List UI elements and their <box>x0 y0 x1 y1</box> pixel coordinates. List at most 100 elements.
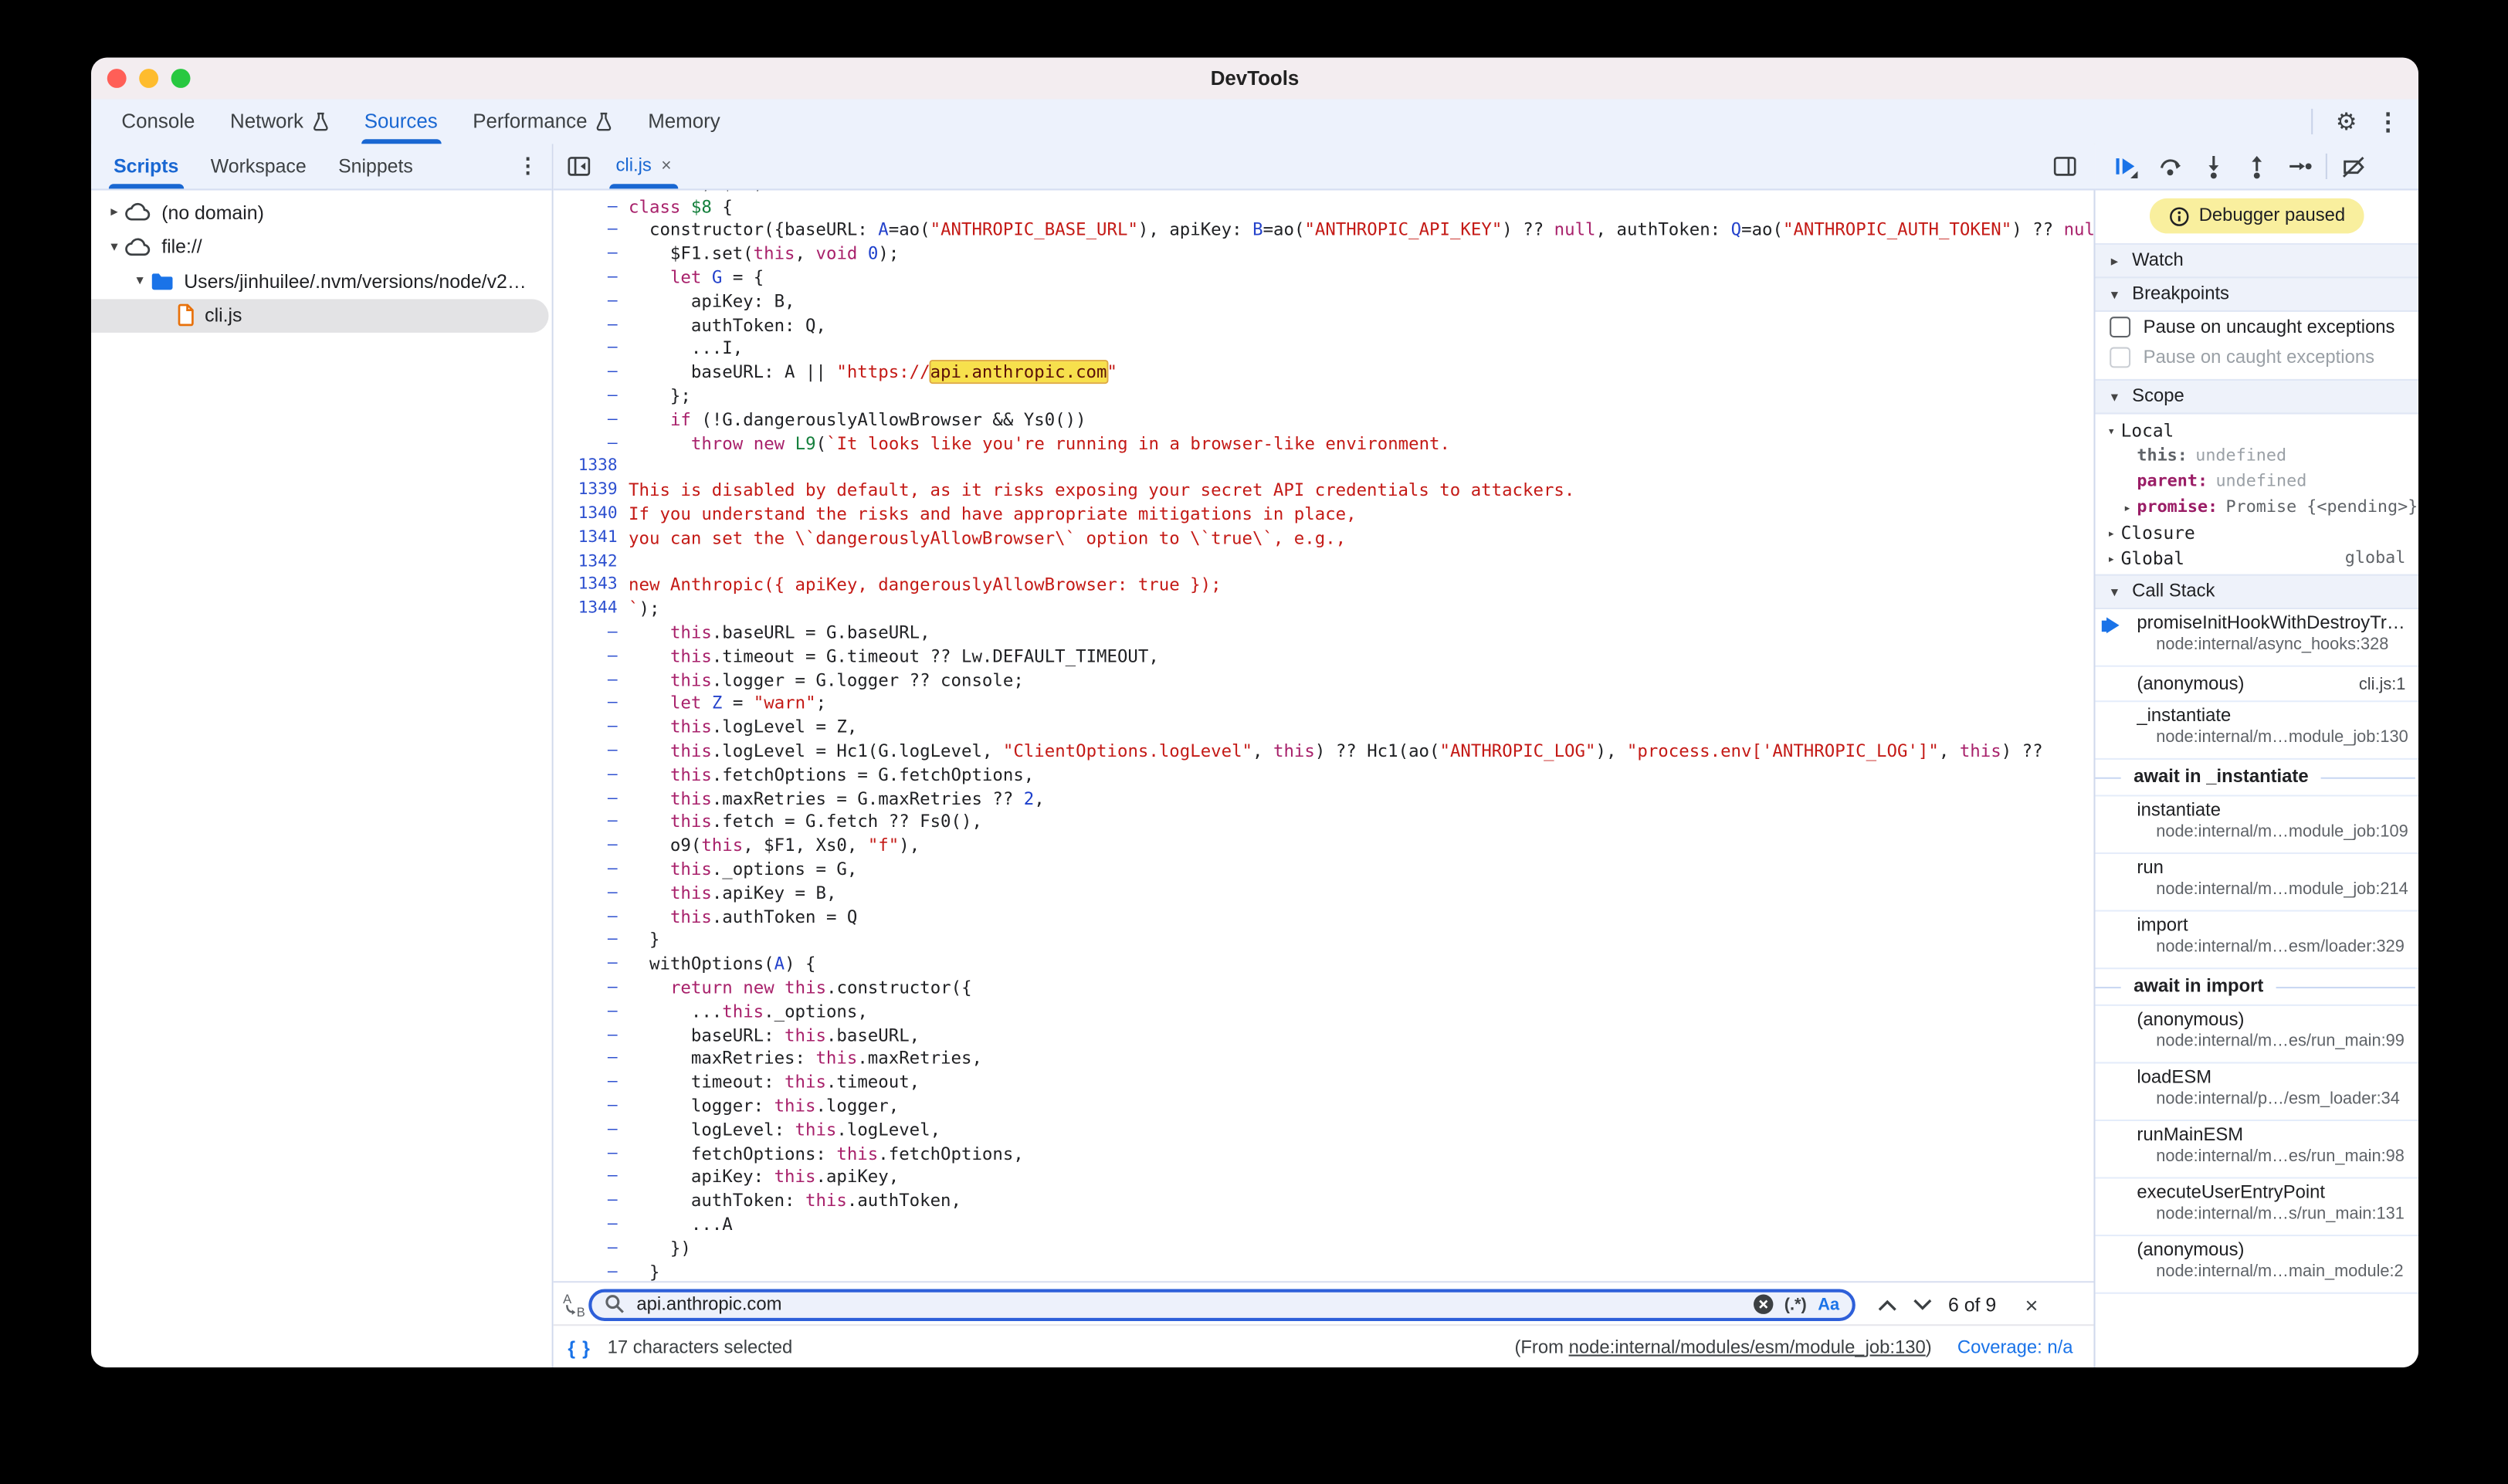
code-text[interactable]: ...A <box>629 1214 733 1235</box>
code-text[interactable]: If you understand the risks and have app… <box>629 504 1357 525</box>
code-text[interactable]: class $8 { <box>629 196 733 217</box>
line-number[interactable]: – <box>554 387 629 405</box>
line-number[interactable]: – <box>554 1192 629 1210</box>
line-number[interactable]: – <box>554 1050 629 1068</box>
step-into-icon[interactable] <box>2191 149 2235 185</box>
call-stack-frame[interactable]: executeUserEntryPointnode:internal/m…s/r… <box>2096 1179 2418 1237</box>
line-number[interactable]: – <box>554 1168 629 1186</box>
tab-sources[interactable]: Sources <box>347 99 456 144</box>
code-area[interactable]: –var Xs0, $F1;–class $8 {– constructor({… <box>554 144 2096 1281</box>
code-text[interactable]: this.timeout = G.timeout ?? Lw.DEFAULT_T… <box>629 645 1159 666</box>
line-number[interactable]: – <box>554 198 629 215</box>
code-text[interactable]: if (!G.dangerouslyAllowBrowser && Ys0()) <box>629 409 1086 430</box>
code-text[interactable]: logger: this.logger, <box>629 1096 899 1116</box>
line-number[interactable]: – <box>554 837 629 855</box>
code-text[interactable]: this.logLevel = Hc1(G.logLevel, "ClientO… <box>629 740 2043 761</box>
tree-item--no-domain-[interactable]: ▸(no domain) <box>91 195 552 230</box>
step-over-icon[interactable] <box>2148 149 2191 185</box>
line-number[interactable]: – <box>554 1073 629 1091</box>
call-stack-frame[interactable]: loadESMnode:internal/p…/esm_loader:34 <box>2096 1063 2418 1121</box>
tab-performance[interactable]: Performance <box>455 99 630 144</box>
line-number[interactable]: – <box>554 955 629 973</box>
coverage-link[interactable]: Coverage: n/a <box>1957 1338 2073 1357</box>
code-text[interactable]: let Z = "warn"; <box>629 693 826 714</box>
code-text[interactable]: baseURL: A || "https://api.anthropic.com… <box>629 362 1117 383</box>
line-number[interactable]: – <box>554 671 629 689</box>
code-text[interactable]: new Anthropic({ apiKey, dangerouslyAllow… <box>629 575 1222 596</box>
scope-caret-icon[interactable]: ▸ <box>2102 525 2121 540</box>
call-stack-frame[interactable]: importnode:internal/m…esm/loader:329 <box>2096 912 2418 970</box>
code-text[interactable]: fetchOptions: this.fetchOptions, <box>629 1143 1024 1164</box>
line-number[interactable]: – <box>554 1002 629 1020</box>
code-text[interactable]: maxRetries: this.maxRetries, <box>629 1049 982 1069</box>
call-stack-frame[interactable]: _instantiatenode:internal/m…module_job:1… <box>2096 702 2418 760</box>
line-number[interactable]: – <box>554 742 629 760</box>
line-number[interactable]: – <box>554 411 629 429</box>
line-number[interactable]: – <box>554 222 629 239</box>
resume-script-icon[interactable] <box>2105 149 2148 185</box>
previous-match-icon[interactable] <box>1878 1298 1897 1311</box>
line-number[interactable]: – <box>554 766 629 784</box>
line-number[interactable]: – <box>554 931 629 949</box>
line-number[interactable]: – <box>554 293 629 310</box>
tab-network[interactable]: Network <box>212 99 347 144</box>
scope-group-global[interactable]: ▸Globalglobal <box>2096 545 2418 571</box>
code-text[interactable]: logLevel: this.logLevel, <box>629 1119 940 1140</box>
tab-console[interactable]: Console <box>104 99 213 144</box>
line-number[interactable]: 1343 <box>554 577 629 595</box>
line-number[interactable]: – <box>554 316 629 334</box>
scope-group-local[interactable]: ▾Local <box>2096 418 2418 443</box>
scope-property-this[interactable]: this:undefined <box>2096 443 2418 469</box>
next-match-icon[interactable] <box>1913 1298 1932 1311</box>
code-text[interactable]: return new this.constructor({ <box>629 977 972 998</box>
line-number[interactable]: – <box>554 1262 629 1280</box>
code-text[interactable]: ...I, <box>629 338 743 359</box>
line-number[interactable]: 1338 <box>554 458 629 476</box>
line-number[interactable]: – <box>554 695 629 713</box>
code-text[interactable]: this.apiKey = B, <box>629 883 836 903</box>
line-number[interactable]: – <box>554 789 629 807</box>
line-number[interactable]: – <box>554 1239 629 1257</box>
line-number[interactable]: – <box>554 435 629 452</box>
code-text[interactable]: let G = { <box>629 267 764 288</box>
scope-caret-icon[interactable]: ▸ <box>2118 500 2137 514</box>
line-number[interactable]: – <box>554 1097 629 1115</box>
code-text[interactable]: this.logger = G.logger ?? console; <box>629 669 1024 690</box>
code-text[interactable]: this.logLevel = Z, <box>629 717 857 737</box>
code-text[interactable]: ...this._options, <box>629 1001 868 1022</box>
step-out-icon[interactable] <box>2235 149 2278 185</box>
scope-group-closure[interactable]: ▸Closure <box>2096 520 2418 545</box>
line-number[interactable]: – <box>554 364 629 381</box>
code-text[interactable]: timeout: this.timeout, <box>629 1072 920 1093</box>
deactivate-breakpoints-icon[interactable] <box>2332 149 2375 185</box>
code-text[interactable]: constructor({baseURL: A=ao("ANTHROPIC_BA… <box>629 220 2095 241</box>
tree-item-users-jinhuilee-nvm-versions-node-v2-[interactable]: ▾Users/jinhuilee/.nvm/versions/node/v2… <box>91 264 552 299</box>
line-number[interactable]: 1340 <box>554 506 629 523</box>
checkbox[interactable] <box>2110 317 2130 337</box>
match-case-toggle[interactable]: Aa <box>1818 1295 1839 1314</box>
step-icon[interactable] <box>2278 149 2321 185</box>
line-number[interactable]: – <box>554 340 629 357</box>
breakpoints-section-header[interactable]: ▾Breakpoints <box>2096 278 2418 311</box>
call-stack-section-header[interactable]: ▾Call Stack <box>2096 574 2418 610</box>
line-number[interactable]: – <box>554 1121 629 1139</box>
code-text[interactable]: withOptions(A) { <box>629 954 815 974</box>
toggle-debugger-sidebar-icon[interactable] <box>2054 155 2076 178</box>
call-stack-frame[interactable]: promiseInitHookWithDestroyTr…node:intern… <box>2096 609 2418 667</box>
search-input[interactable]: api.anthropic.com (.*) Aa <box>588 1289 1856 1320</box>
line-number[interactable]: – <box>554 624 629 642</box>
line-number[interactable]: – <box>554 1144 629 1162</box>
code-text[interactable]: this._options = G, <box>629 859 857 879</box>
navigator-tab-scripts[interactable]: Scripts <box>97 144 195 188</box>
kebab-menu-icon[interactable]: ⋮ <box>2371 104 2406 140</box>
scope-property-promise[interactable]: ▸promise:Promise {<pending>} <box>2096 494 2418 520</box>
code-text[interactable]: o9(this, $F1, Xs0, "f"), <box>629 835 920 856</box>
line-number[interactable]: – <box>554 1026 629 1044</box>
line-number[interactable]: 1341 <box>554 529 629 547</box>
toggle-navigator-icon[interactable] <box>568 155 590 178</box>
code-text[interactable]: this.fetch = G.fetch ?? Fs0(), <box>629 811 982 832</box>
line-number[interactable]: – <box>554 908 629 926</box>
code-text[interactable]: $F1.set(this, void 0); <box>629 243 899 264</box>
replace-toggle-icon[interactable]: AB <box>561 1291 588 1318</box>
scope-section-header[interactable]: ▾Scope <box>2096 379 2418 415</box>
